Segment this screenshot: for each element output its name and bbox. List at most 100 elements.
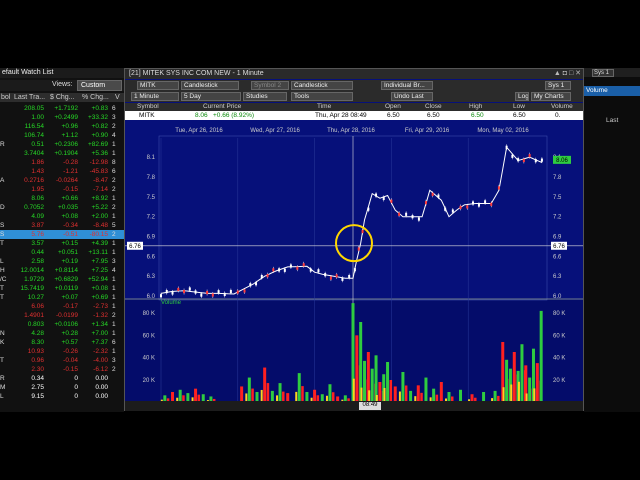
watch-list-row[interactable]: 106.74 +1.12 +0.90 4: [0, 131, 124, 140]
watch-list-row[interactable]: T 3.57 +0.15 +4.39 1: [0, 239, 124, 248]
watch-list-row[interactable]: 8.06 +0.66 +8.92 1: [0, 194, 124, 203]
watch-list-row[interactable]: 0.44 +0.051 +13.11 1: [0, 248, 124, 257]
row-last: 4.09: [31, 213, 44, 220]
candle-body: [194, 290, 197, 294]
watch-list-row[interactable]: T 15.7419 +0.0119 +0.08 1: [0, 284, 124, 293]
y-tick-left: 6.9: [147, 235, 156, 241]
watch-list-row[interactable]: M 2.75 0 0.00: [0, 383, 124, 392]
candle-body: [272, 268, 275, 272]
broker-select[interactable]: Individual Br...: [381, 81, 433, 90]
time-scrubber[interactable]: 08:49: [125, 401, 583, 411]
interval-select[interactable]: 1 Minute: [131, 92, 179, 101]
watch-list-row[interactable]: 3.7404 +0.1904 +5.36 1: [0, 149, 124, 158]
y-tick-left: 7.8: [147, 175, 156, 181]
my-charts-select[interactable]: My Charts: [531, 92, 571, 101]
symbol-input[interactable]: MITK: [137, 81, 179, 90]
candle-body: [341, 277, 344, 281]
row-symbol: T: [0, 240, 4, 247]
chart-type-select[interactable]: Candlestick: [181, 81, 239, 90]
right-sys-select[interactable]: Sys 1: [592, 69, 614, 77]
volume-bar: [383, 388, 386, 402]
candle-body: [398, 212, 401, 216]
candle-body: [260, 274, 263, 279]
day-label: Thu, Apr 28, 2016: [327, 128, 375, 134]
row-last: 5.76: [31, 231, 44, 238]
volume-tick-left: 20 K: [143, 378, 155, 384]
watch-list-row[interactable]: R 0.34 0 0.00: [0, 374, 124, 383]
views-select[interactable]: Custom: [77, 80, 122, 91]
watch-list-row[interactable]: A 0.2716 -0.0264 -8.47 2: [0, 176, 124, 185]
col-last[interactable]: Last Tra...: [14, 94, 45, 101]
watch-list-row[interactable]: T 0.96 -0.04 -4.00 3: [0, 356, 124, 365]
candle-body: [160, 294, 162, 298]
watch-list-row[interactable]: S 5.76 -0.51 -80.15 2: [0, 230, 124, 239]
watch-list-row[interactable]: 10.93 -0.26 -2.32 1: [0, 347, 124, 356]
tools-button[interactable]: Tools: [291, 92, 353, 101]
row-pct-change: +2.00: [91, 213, 108, 220]
col-pct-change[interactable]: % Chg...: [82, 94, 109, 101]
symbol2-input[interactable]: Symbol 2: [251, 81, 289, 90]
row-change: -0.15: [63, 186, 78, 193]
watch-list-row[interactable]: T 10.27 +0.07 +0.69 1: [0, 293, 124, 302]
window-controls[interactable]: ▲ ◘ □ ✕: [554, 69, 581, 77]
watch-list-row[interactable]: S 3.87 -0.34 -8.48 5: [0, 221, 124, 230]
row-pct-change: +7.95: [91, 258, 108, 265]
volume-bar: [535, 363, 539, 402]
row-change: -0.0264: [55, 177, 78, 184]
y-tick-right: 7.8: [553, 175, 562, 181]
col-v[interactable]: V: [115, 94, 120, 101]
col-symbol[interactable]: bol: [1, 94, 10, 101]
row-symbol: N: [0, 330, 5, 337]
watch-list-row[interactable]: K 8.30 +0.57 +7.37 6: [0, 338, 124, 347]
watch-list-row[interactable]: R 0.51 +0.2306 +82.69 1: [0, 140, 124, 149]
candle-body: [217, 290, 220, 294]
col-change[interactable]: $ Chg...: [50, 94, 75, 101]
row-symbol: R: [0, 375, 5, 382]
qh-price: Current Price: [203, 103, 242, 110]
volume-bar: [328, 384, 332, 402]
watch-list-row[interactable]: 1.86 -0.28 -12.98 8: [0, 158, 124, 167]
undo-last-button[interactable]: Undo Last: [391, 92, 433, 101]
watch-list-row[interactable]: /C 1.9729 +0.6829 +52.94 1: [0, 275, 124, 284]
y-tick-left: 6.3: [147, 274, 156, 280]
row-pct-change: +4.39: [91, 240, 108, 247]
watch-list-row[interactable]: 1.4901 -0.0199 -1.32 2: [0, 311, 124, 320]
last-price-label: 8.06: [556, 158, 568, 164]
watch-list-row[interactable]: 6.06 -0.17 -2.73 1: [0, 302, 124, 311]
watch-list-row[interactable]: 1.00 +0.2499 +33.32 3: [0, 113, 124, 122]
candle-body: [309, 268, 312, 272]
candle-body: [348, 274, 351, 279]
volume-bar: [502, 387, 505, 402]
range-select[interactable]: 5 Day: [181, 92, 241, 101]
qh-open: Open: [385, 103, 401, 110]
volume-tick-right: 20 K: [553, 378, 565, 384]
chart-window-title[interactable]: [21] MITEK SYS INC COM NEW - 1 Minute ▲ …: [125, 69, 583, 79]
row-change: +1.12: [61, 132, 78, 139]
row-last: 10.93: [27, 348, 44, 355]
candle-body: [361, 229, 364, 234]
watch-list-row[interactable]: H 12.0014 +0.8114 +7.25 4: [0, 266, 124, 275]
watch-list-row[interactable]: 4.09 +0.08 +2.00 1: [0, 212, 124, 221]
watch-list-row[interactable]: L 9.15 0 0.00: [0, 392, 124, 401]
watch-list-row[interactable]: N 4.28 +0.28 +7.00 1: [0, 329, 124, 338]
sys-select[interactable]: Sys 1: [545, 81, 571, 90]
watch-list-row[interactable]: 208.05 +1.7192 +0.83 6: [0, 104, 124, 113]
price-volume-chart[interactable]: Tue, Apr 26, 2016 Wed, Apr 27, 2016 Thu, A…: [125, 120, 583, 410]
row-last: 3.57: [31, 240, 44, 247]
watch-list-row[interactable]: 2.30 -0.15 -6.12 2: [0, 365, 124, 374]
watch-list-row[interactable]: 1.43 -1.21 -45.83 6: [0, 167, 124, 176]
candle-body: [353, 268, 356, 272]
chart-toolbar-1: MITK Candlestick Symbol 2 Candlestick In…: [125, 80, 583, 91]
right-volume-tab[interactable]: Volume: [584, 86, 640, 96]
row-v: 8: [112, 159, 116, 166]
studies-button[interactable]: Studies: [243, 92, 287, 101]
watch-list-row[interactable]: 0.803 +0.0106 +1.34 1: [0, 320, 124, 329]
chart-type2-select[interactable]: Candlestick: [291, 81, 353, 90]
crosshair-price-label-right: 6.76: [553, 244, 565, 250]
watch-list-row[interactable]: L 2.58 +0.19 +7.95 3: [0, 257, 124, 266]
log-toggle[interactable]: Log: [515, 92, 529, 101]
watch-list-row[interactable]: 116.54 +0.96 +0.82 2: [0, 122, 124, 131]
watch-list-row[interactable]: 1.95 -0.15 -7.14 2: [0, 185, 124, 194]
watch-list-row[interactable]: D 0.7052 +0.035 +5.22 2: [0, 203, 124, 212]
volume-bar: [533, 388, 536, 402]
